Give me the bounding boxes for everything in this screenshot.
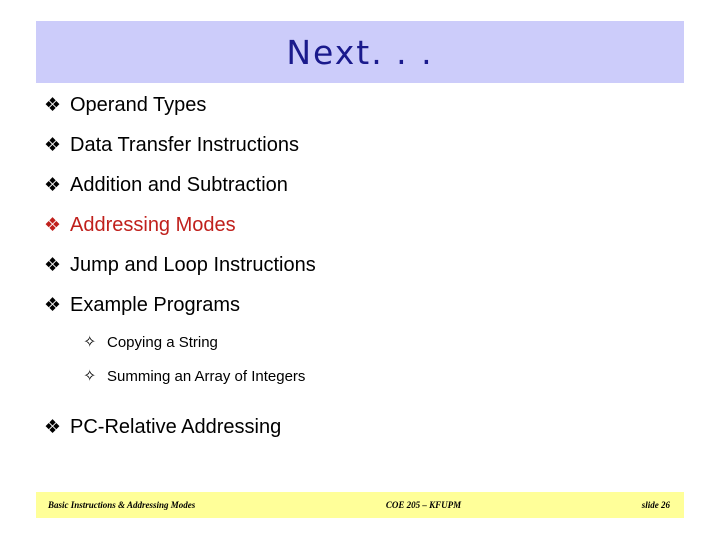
- list-item-label: Data Transfer Instructions: [70, 134, 299, 156]
- list-item: ❖ Data Transfer Instructions: [36, 134, 684, 174]
- list-item: ✧ Summing an Array of Integers: [36, 368, 684, 402]
- list-item-label: Copying a String: [107, 334, 218, 351]
- slide-title-bar: Next. . .: [36, 21, 684, 83]
- diamond-bullet-icon: ❖: [44, 294, 62, 316]
- list-item-label: Addressing Modes: [70, 214, 236, 236]
- diamond-bullet-icon: ❖: [44, 134, 62, 156]
- diamond-bullet-icon: ❖: [44, 214, 62, 236]
- list-item: ❖ PC-Relative Addressing: [36, 416, 684, 456]
- diamond-bullet-icon: ❖: [44, 94, 62, 116]
- list-item: ❖ Addressing Modes: [36, 214, 684, 254]
- list-item-label: Operand Types: [70, 94, 207, 116]
- star-bullet-icon: ✧: [83, 332, 97, 351]
- slide-footer-bar: Basic Instructions & Addressing Modes CO…: [36, 492, 684, 518]
- list-item-label: Addition and Subtraction: [70, 174, 288, 196]
- list-item-label: Summing an Array of Integers: [107, 368, 306, 385]
- list-item-label: Example Programs: [70, 294, 241, 316]
- diamond-bullet-icon: ❖: [44, 254, 62, 276]
- star-bullet-icon: ✧: [83, 366, 97, 385]
- footer-slide-number: slide 26: [641, 500, 670, 510]
- list-item: ❖ Jump and Loop Instructions: [36, 254, 684, 294]
- list-item-label: Jump and Loop Instructions: [70, 254, 316, 276]
- footer-course-topic: Basic Instructions & Addressing Modes: [48, 500, 196, 510]
- list-item: ❖ Addition and Subtraction: [36, 174, 684, 214]
- list-item-label: PC-Relative Addressing: [70, 416, 282, 438]
- diamond-bullet-icon: ❖: [44, 416, 62, 438]
- list-item: ❖ Operand Types: [36, 94, 684, 134]
- diamond-bullet-icon: ❖: [44, 174, 62, 196]
- list-item: ❖ Example Programs: [36, 294, 684, 334]
- slide-content-list: ❖ Operand Types ❖ Data Transfer Instruction…: [36, 94, 684, 456]
- footer-course-code: COE 205 – KFUPM: [385, 500, 462, 510]
- list-item: ✧ Copying a String: [36, 334, 684, 368]
- page-title: Next. . .: [286, 32, 434, 72]
